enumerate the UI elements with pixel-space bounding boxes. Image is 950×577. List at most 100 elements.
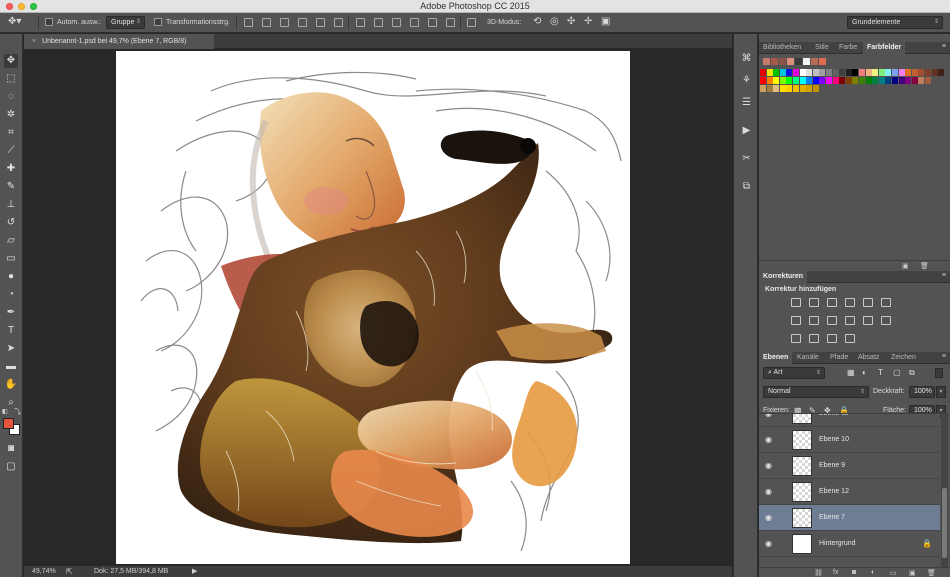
distribute-left-icon[interactable] [410, 18, 419, 27]
color-swatch[interactable] [799, 85, 806, 92]
color-swatch[interactable] [845, 69, 852, 76]
color-swatch[interactable] [918, 77, 925, 84]
recent-swatch[interactable] [803, 58, 810, 65]
layers-scrollbar[interactable] [941, 413, 948, 567]
tool-presets-icon[interactable]: ✂ [740, 152, 753, 165]
hand-tool-icon[interactable]: ✋ [4, 378, 18, 392]
color-swatch[interactable] [885, 69, 892, 76]
color-swatch[interactable] [872, 77, 879, 84]
3d-scale-icon[interactable]: ▣ [601, 16, 610, 28]
blend-mode-dropdown[interactable]: Normal ⇕ [763, 386, 869, 398]
clone-source-icon[interactable]: ⧉ [740, 180, 753, 193]
color-swatch[interactable] [898, 69, 905, 76]
color-swatch[interactable] [892, 77, 898, 84]
align-right-icon[interactable] [334, 18, 343, 27]
vibrance-icon[interactable] [863, 298, 873, 307]
color-swatch[interactable] [806, 85, 813, 92]
align-vertical-center-icon[interactable] [262, 18, 271, 27]
tab-channels[interactable]: Kanäle [793, 352, 823, 364]
visibility-eye-icon[interactable]: ◉ [765, 414, 772, 418]
delete-layer-icon[interactable]: 🗑 [927, 569, 936, 577]
color-swatch[interactable] [812, 85, 819, 92]
visibility-eye-icon[interactable]: ◉ [765, 513, 772, 522]
tab-paragraph[interactable]: Absatz [854, 352, 883, 364]
color-swatch[interactable] [905, 69, 912, 76]
filter-toggle[interactable] [935, 368, 943, 378]
align-left-icon[interactable] [298, 18, 307, 27]
brightness-icon[interactable] [791, 298, 801, 307]
color-swatch[interactable] [779, 77, 786, 84]
visibility-eye-icon[interactable]: ◉ [765, 435, 772, 444]
color-swatch[interactable] [812, 77, 819, 84]
blur-tool-icon[interactable]: ● [4, 270, 18, 284]
recent-swatch[interactable] [795, 58, 802, 65]
color-swatch[interactable] [819, 69, 826, 76]
3d-pan-icon[interactable]: ✣ [567, 16, 575, 28]
panel-menu-icon[interactable]: ≡ [942, 272, 946, 279]
auto-select-checkbox[interactable] [45, 18, 53, 26]
align-bottom-icon[interactable] [280, 18, 289, 27]
color-swatch[interactable] [872, 69, 879, 76]
layer-row[interactable]: ◉ Hintergrund 🔒 [759, 531, 940, 557]
move-tool-preset-icon[interactable]: ✥▾ [8, 16, 21, 28]
color-swatch[interactable] [832, 69, 839, 76]
delete-swatch-icon[interactable]: 🗑 [920, 262, 929, 270]
zoom-level[interactable]: 49,74% [32, 566, 56, 577]
clone-stamp-tool-icon[interactable]: ⊥ [4, 198, 18, 212]
color-swatch[interactable] [766, 85, 773, 92]
color-swatch[interactable] [826, 69, 832, 76]
levels-icon[interactable] [809, 298, 819, 307]
adjustment-layer-icon[interactable]: ◐ [871, 569, 875, 576]
color-lookup-icon[interactable] [863, 316, 873, 325]
distribute-right-icon[interactable] [446, 18, 455, 27]
layer-filter-dropdown[interactable]: ⌕ Art ⇕ [763, 367, 825, 379]
filter-smart-object-icon[interactable]: ⧉ [909, 368, 915, 378]
color-swatch[interactable] [911, 69, 918, 76]
opacity-slider-button[interactable]: ▾ [936, 386, 946, 398]
scrollbar-thumb[interactable] [942, 488, 947, 558]
workspace-dropdown[interactable]: Grundelemente ⇕ [847, 16, 943, 29]
healing-brush-tool-icon[interactable]: ✚ [4, 162, 18, 176]
selective-color-icon[interactable] [827, 334, 837, 343]
posterize-icon[interactable] [791, 334, 801, 343]
black-white-icon[interactable] [809, 316, 819, 325]
pen-tool-icon[interactable]: ✒ [4, 306, 18, 320]
dodge-tool-icon[interactable]: ◔ [4, 288, 18, 302]
brush-tool-icon[interactable]: ✎ [4, 180, 18, 194]
color-swatch[interactable] [878, 69, 885, 76]
recent-swatch[interactable] [787, 58, 794, 65]
distribute-vertical-center-icon[interactable] [374, 18, 383, 27]
align-horizontal-center-icon[interactable] [316, 18, 325, 27]
color-swatch[interactable] [799, 69, 806, 76]
color-swatch[interactable] [826, 77, 832, 84]
threshold-icon[interactable] [809, 334, 819, 343]
color-swatch[interactable] [786, 77, 793, 84]
layer-row[interactable]: ◉ Ebene 9 [759, 453, 940, 479]
layer-row[interactable]: ◉ Ebene 10 [759, 427, 940, 453]
export-icon[interactable]: ⇱ [66, 566, 73, 577]
auto-align-layers-icon[interactable] [467, 18, 476, 27]
color-balance-icon[interactable] [791, 316, 801, 325]
default-colors-icon[interactable]: ◧ [2, 408, 8, 415]
new-layer-icon[interactable]: ▣ [909, 569, 916, 577]
tab-styles[interactable]: Stile [811, 42, 833, 54]
recent-swatch[interactable] [763, 58, 770, 65]
recent-swatch[interactable] [771, 58, 778, 65]
color-swatch[interactable] [859, 69, 865, 76]
recent-swatch[interactable] [779, 58, 786, 65]
color-swatch[interactable] [925, 69, 931, 76]
filter-adjustment-icon[interactable]: ◐ [862, 368, 867, 377]
visibility-eye-icon[interactable]: ◉ [765, 487, 772, 496]
eraser-tool-icon[interactable]: ▱ [4, 234, 18, 248]
new-group-icon[interactable]: ▭ [890, 569, 897, 577]
gradient-tool-icon[interactable]: ▭ [4, 252, 18, 266]
color-swatch[interactable] [865, 69, 872, 76]
history-brush-tool-icon[interactable]: ↺ [4, 216, 18, 230]
panel-menu-icon[interactable]: ≡ [942, 353, 946, 360]
eyedropper-tool-icon[interactable]: ⟋ [4, 144, 18, 158]
filter-type-icon[interactable]: T [878, 368, 883, 377]
swap-colors-icon[interactable]: ⤵ [14, 407, 21, 417]
tab-paths[interactable]: Pfade [826, 352, 852, 364]
document-canvas[interactable] [116, 51, 630, 564]
foreground-color-swatch[interactable] [3, 418, 14, 429]
